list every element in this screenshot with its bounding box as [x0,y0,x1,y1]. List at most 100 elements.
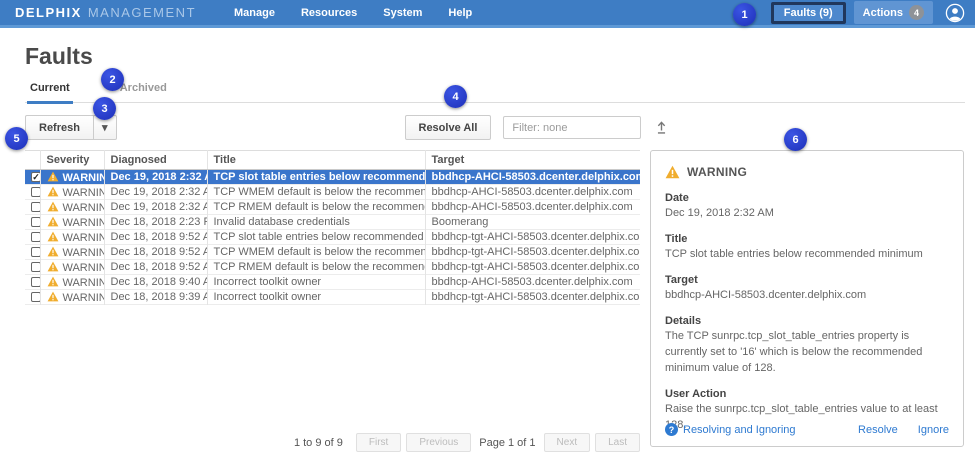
diagnosed-cell: Dec 18, 2018 9:40 AM [104,275,207,290]
callout-4: 4 [444,85,467,108]
table-row[interactable]: ✓WARNINGDec 19, 2018 2:32 AMTCP slot tab… [25,170,640,185]
target-cell: bbdhcp-AHCI-58503.dcenter.delphix.com [425,275,640,290]
row-checkbox-cell [25,215,40,230]
row-checkbox[interactable] [31,292,40,302]
table-row[interactable]: WARNINGDec 19, 2018 2:32 AMTCP WMEM defa… [25,185,640,200]
diagnosed-cell: Dec 18, 2018 9:52 AM [104,230,207,245]
target-cell: bbdhcp-tgt-AHCI-58503.dcenter.delphix.co… [425,260,640,275]
diagnosed-cell: Dec 18, 2018 2:23 PM [104,215,207,230]
diagnosed-cell: Dec 18, 2018 9:39 AM [104,290,207,305]
warning-icon [47,171,59,182]
toolbar: Refresh ▾ Resolve All [25,115,965,140]
target-column-header[interactable]: Target [425,151,640,170]
row-checkbox-cell [25,275,40,290]
row-checkbox-cell [25,245,40,260]
brand-secondary: MANAGEMENT [88,5,196,20]
refresh-button[interactable]: Refresh [25,115,94,140]
diagnosed-cell: Dec 19, 2018 2:32 AM [104,200,207,215]
detail-footer: ? Resolving and Ignoring Resolve Ignore [665,423,949,436]
detail-details-section: Details The TCP sunrpc.tcp_slot_table_en… [665,315,949,377]
severity-cell: WARNING [40,245,104,260]
pagination-page-label: Page 1 of 1 [479,437,535,449]
severity-cell: WARNING [40,200,104,215]
row-checkbox[interactable] [31,187,40,197]
severity-text: WARNING [63,172,105,184]
severity-text: WARNING [63,187,105,199]
resolve-link[interactable]: Resolve [858,424,898,436]
row-checkbox[interactable] [31,217,40,227]
title-cell: TCP slot table entries below recommended… [207,230,425,245]
target-cell: bbdhcp-tgt-AHCI-58503.dcenter.delphix.co… [425,245,640,260]
table-row[interactable]: WARNINGDec 18, 2018 9:52 AMTCP RMEM defa… [25,260,640,275]
severity-cell: WARNING [40,230,104,245]
row-checkbox-cell [25,230,40,245]
row-checkbox[interactable] [31,262,40,272]
detail-severity-label: WARNING [687,165,747,179]
detail-title-value: TCP slot table entries below recommended… [665,247,949,263]
callout-1: 1 [733,3,756,26]
filter-input[interactable] [503,116,641,139]
row-checkbox[interactable] [31,277,40,287]
resolve-all-button[interactable]: Resolve All [405,115,492,140]
previous-page-button[interactable]: Previous [406,433,471,452]
user-profile-icon[interactable] [945,3,965,23]
title-cell: TCP WMEM default is below the recommende… [207,185,425,200]
severity-column-header[interactable]: Severity [40,151,104,170]
resolving-ignoring-link[interactable]: ? Resolving and Ignoring [665,423,796,436]
callout-5: 5 [5,127,28,150]
export-icon[interactable] [654,120,669,135]
row-checkbox-cell [25,185,40,200]
ignore-link[interactable]: Ignore [918,424,949,436]
menu-manage[interactable]: Manage [234,7,275,19]
brand-primary: DELPHIX [15,5,82,20]
severity-text: WARNING [63,262,105,274]
table-row[interactable]: WARNINGDec 18, 2018 9:52 AMTCP WMEM defa… [25,245,640,260]
callout-3: 3 [93,97,116,120]
severity-cell: WARNING [40,260,104,275]
pagination-range: 1 to 9 of 9 [294,437,343,449]
tab-archived[interactable]: Archived [117,82,170,102]
warning-icon [47,186,59,197]
diagnosed-column-header[interactable]: Diagnosed [104,151,207,170]
last-page-button[interactable]: Last [595,433,640,452]
first-page-button[interactable]: First [356,433,401,452]
row-checkbox-cell: ✓ [25,170,40,185]
detail-title-label: Title [665,233,949,245]
menu-help[interactable]: Help [448,7,472,19]
row-checkbox[interactable] [31,232,40,242]
menu-resources[interactable]: Resources [301,7,357,19]
menu-system[interactable]: System [383,7,422,19]
help-icon: ? [665,423,678,436]
warning-icon [665,165,680,179]
main-menu: Manage Resources System Help [234,7,472,19]
severity-cell: WARNING [40,215,104,230]
detail-date-section: Date Dec 19, 2018 2:32 AM [665,192,949,222]
row-checkbox-cell [25,290,40,305]
tab-current[interactable]: Current [27,82,73,104]
fault-detail-panel: WARNING Date Dec 19, 2018 2:32 AM Title … [650,150,964,447]
row-checkbox[interactable] [31,247,40,257]
title-cell: Incorrect toolkit owner [207,275,425,290]
detail-target-value: bbdhcp-AHCI-58503.dcenter.delphix.com [665,288,949,304]
pagination: 1 to 9 of 9 First Previous Page 1 of 1 N… [294,433,640,452]
table-row[interactable]: WARNINGDec 18, 2018 9:52 AMTCP slot tabl… [25,230,640,245]
actions-button[interactable]: Actions 4 [854,1,933,24]
warning-icon [47,291,59,302]
title-column-header[interactable]: Title [207,151,425,170]
table-row[interactable]: WARNINGDec 19, 2018 2:32 AMTCP RMEM defa… [25,200,640,215]
table-row[interactable]: WARNINGDec 18, 2018 9:40 AMIncorrect too… [25,275,640,290]
table-row[interactable]: WARNINGDec 18, 2018 9:39 AMIncorrect too… [25,290,640,305]
detail-actions: Resolve Ignore [858,424,949,436]
resolving-ignoring-label: Resolving and Ignoring [683,424,796,436]
title-cell: TCP RMEM default is below the recommende… [207,200,425,215]
next-page-button[interactable]: Next [544,433,591,452]
severity-text: WARNING [63,202,105,214]
row-checkbox[interactable] [31,202,40,212]
severity-cell: WARNING [40,290,104,305]
navbar-right: Faults (9) Actions 4 [771,1,965,24]
table-row[interactable]: WARNINGDec 18, 2018 2:23 PMInvalid datab… [25,215,640,230]
detail-details-value: The TCP sunrpc.tcp_slot_table_entries pr… [665,329,949,377]
row-checkbox[interactable]: ✓ [31,172,40,182]
severity-text: WARNING [63,292,105,304]
faults-button[interactable]: Faults (9) [771,2,846,24]
